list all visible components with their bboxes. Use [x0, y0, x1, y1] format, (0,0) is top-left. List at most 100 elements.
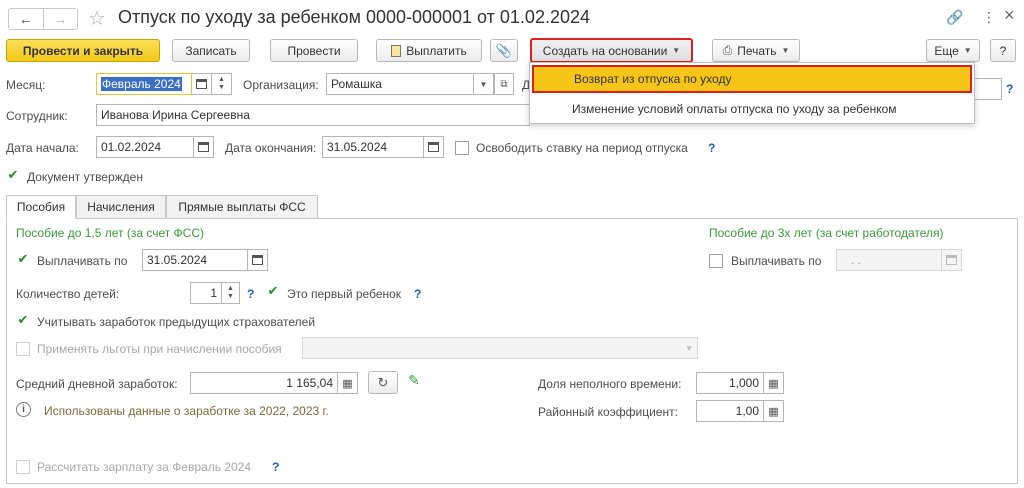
prev-insurers-label: Учитывать заработок предыдущих страховат…	[37, 315, 316, 329]
post-and-close-button[interactable]: Провести и закрыть	[6, 39, 160, 62]
avg-daily-field[interactable]: 1 165,04	[190, 372, 338, 394]
free-rate-help-icon[interactable]: ?	[708, 141, 715, 155]
dept-help-icon[interactable]: ?	[1006, 82, 1013, 96]
calendar-icon	[196, 79, 207, 89]
calc-salary-checkbox	[16, 460, 30, 474]
employee-value: Иванова Ирина Сергеевна	[101, 108, 250, 122]
end-date-value: 31.05.2024	[327, 140, 388, 154]
create-based-on-label: Создать на основании	[542, 43, 668, 58]
menu-item-return-from-leave[interactable]: Возврат из отпуска по уходу	[532, 65, 972, 93]
month-field[interactable]: Февраль 2024	[96, 73, 192, 95]
tab-direct-payments[interactable]: Прямые выплаты ФСС	[166, 195, 318, 219]
edit-pencil-icon[interactable]: ✎	[408, 372, 420, 389]
pay-until-calendar-button[interactable]	[248, 249, 268, 271]
post-button[interactable]: Провести	[270, 39, 358, 62]
print-button[interactable]: ⎙ Печать ▼	[712, 39, 800, 62]
employee-label: Сотрудник:	[6, 109, 68, 123]
tab-accruals-label: Начисления	[87, 200, 155, 214]
regional-value: 1,00	[735, 404, 759, 418]
menu-item-change-payment-terms[interactable]: Изменение условий оплаты отпуска по уход…	[530, 95, 974, 123]
back-button[interactable]: ←	[9, 9, 44, 29]
start-date-calendar-button[interactable]	[194, 136, 214, 158]
avg-daily-calc-button[interactable]: ▦	[338, 372, 358, 394]
calculator-icon: ▦	[342, 377, 353, 390]
window-title: Отпуск по уходу за ребенком 0000-000001 …	[118, 7, 590, 27]
start-date-field[interactable]: 01.02.2024	[96, 136, 194, 158]
start-date-label: Дата начала:	[6, 141, 79, 155]
chevron-down-icon: ▼	[685, 343, 693, 353]
refresh-button[interactable]: ↻	[368, 371, 398, 394]
print-label: Печать	[737, 43, 777, 58]
children-field[interactable]: 1	[190, 282, 222, 304]
prev-insurers-checkbox[interactable]: ✔	[16, 313, 30, 327]
attach-button[interactable]: 📎	[490, 39, 518, 62]
pay-until-right-calendar-button	[942, 249, 962, 271]
pay-until-right-checkbox[interactable]	[709, 254, 723, 268]
create-based-on-button[interactable]: Создать на основании ▼	[530, 38, 693, 63]
star-icon[interactable]: ☆	[88, 6, 106, 31]
month-value: Февраль 2024	[101, 77, 182, 91]
children-value: 1	[210, 286, 217, 300]
stepper-up-icon: ▲	[218, 76, 225, 83]
pay-button[interactable]: Выплатить	[376, 39, 482, 62]
save-label: Записать	[185, 43, 237, 58]
more-button[interactable]: Еще ▼	[926, 39, 980, 62]
save-button[interactable]: Записать	[172, 39, 250, 62]
document-icon	[391, 44, 402, 57]
calendar-icon	[198, 142, 209, 152]
org-field[interactable]: Ромашка	[326, 73, 474, 95]
avg-daily-label: Средний дневной заработок:	[16, 377, 178, 391]
open-icon: ⧉	[500, 78, 508, 90]
help-label: ?	[999, 43, 1007, 58]
apply-benefits-label: Применять льготы при начислении пособия	[37, 342, 282, 356]
children-help-icon[interactable]: ?	[247, 287, 254, 301]
tab-accruals[interactable]: Начисления	[76, 195, 166, 219]
link-icon[interactable]: 🔗	[946, 9, 963, 26]
end-date-calendar-button[interactable]	[424, 136, 444, 158]
calculator-icon: ▦	[768, 405, 779, 418]
printer-icon: ⎙	[722, 43, 733, 57]
arrow-right-icon: →	[53, 11, 68, 27]
pay-label: Выплатить	[406, 43, 467, 58]
menu-item-change-label: Изменение условий оплаты отпуска по уход…	[572, 102, 897, 116]
employee-field[interactable]: Иванова Ирина Сергеевна	[96, 104, 530, 126]
pay-until-field[interactable]: 31.05.2024	[142, 249, 248, 271]
pay-until-right-field: . .	[836, 249, 942, 271]
apply-benefits-checkbox	[16, 342, 30, 356]
menu-item-return-label: Возврат из отпуска по уходу	[574, 72, 732, 86]
pay-until-checkbox[interactable]: ✔	[16, 252, 30, 266]
part-time-value: 1,000	[728, 376, 759, 390]
more-icon[interactable]: ⋮	[982, 9, 996, 26]
free-rate-checkbox[interactable]	[455, 141, 469, 155]
right-heading: Пособие до 3х лет (за счет работодателя)	[709, 226, 944, 240]
month-stepper[interactable]: ▲ ▼	[212, 73, 232, 95]
chevron-down-icon: ▼	[963, 46, 972, 55]
first-child-checkbox[interactable]: ✔	[266, 284, 280, 298]
create-based-on-menu: Возврат из отпуска по уходу Изменение ус…	[529, 62, 975, 124]
forward-button[interactable]: →	[44, 9, 78, 29]
part-time-field[interactable]: 1,000	[696, 372, 764, 394]
org-open-button[interactable]: ⧉	[494, 73, 514, 95]
dept-field-edge[interactable]	[974, 78, 1002, 100]
part-time-calc-button[interactable]: ▦	[764, 372, 784, 394]
org-dropdown-button[interactable]: ▼	[474, 73, 494, 95]
close-icon[interactable]: ×	[1004, 5, 1015, 26]
tab-benefits[interactable]: Пособия	[6, 195, 76, 219]
tab-benefits-label: Пособия	[16, 200, 66, 214]
help-button[interactable]: ?	[990, 39, 1016, 62]
chevron-down-icon: ▼	[781, 46, 790, 55]
children-stepper[interactable]: ▲ ▼	[222, 282, 240, 304]
regional-label: Районный коэффициент:	[538, 405, 678, 419]
paperclip-icon: 📎	[495, 42, 513, 58]
regional-calc-button[interactable]: ▦	[764, 400, 784, 422]
calc-salary-help-icon[interactable]: ?	[272, 460, 279, 474]
regional-field[interactable]: 1,00	[696, 400, 764, 422]
first-child-help-icon[interactable]: ?	[414, 287, 421, 301]
org-value: Ромашка	[331, 77, 382, 91]
approved-checkbox[interactable]: ✔	[6, 168, 20, 182]
end-date-field[interactable]: 31.05.2024	[322, 136, 424, 158]
post-and-close-label: Провести и закрыть	[22, 43, 144, 58]
free-rate-label: Освободить ставку на период отпуска	[476, 141, 688, 155]
month-calendar-button[interactable]	[192, 73, 212, 95]
stepper-down-icon: ▼	[227, 293, 234, 300]
